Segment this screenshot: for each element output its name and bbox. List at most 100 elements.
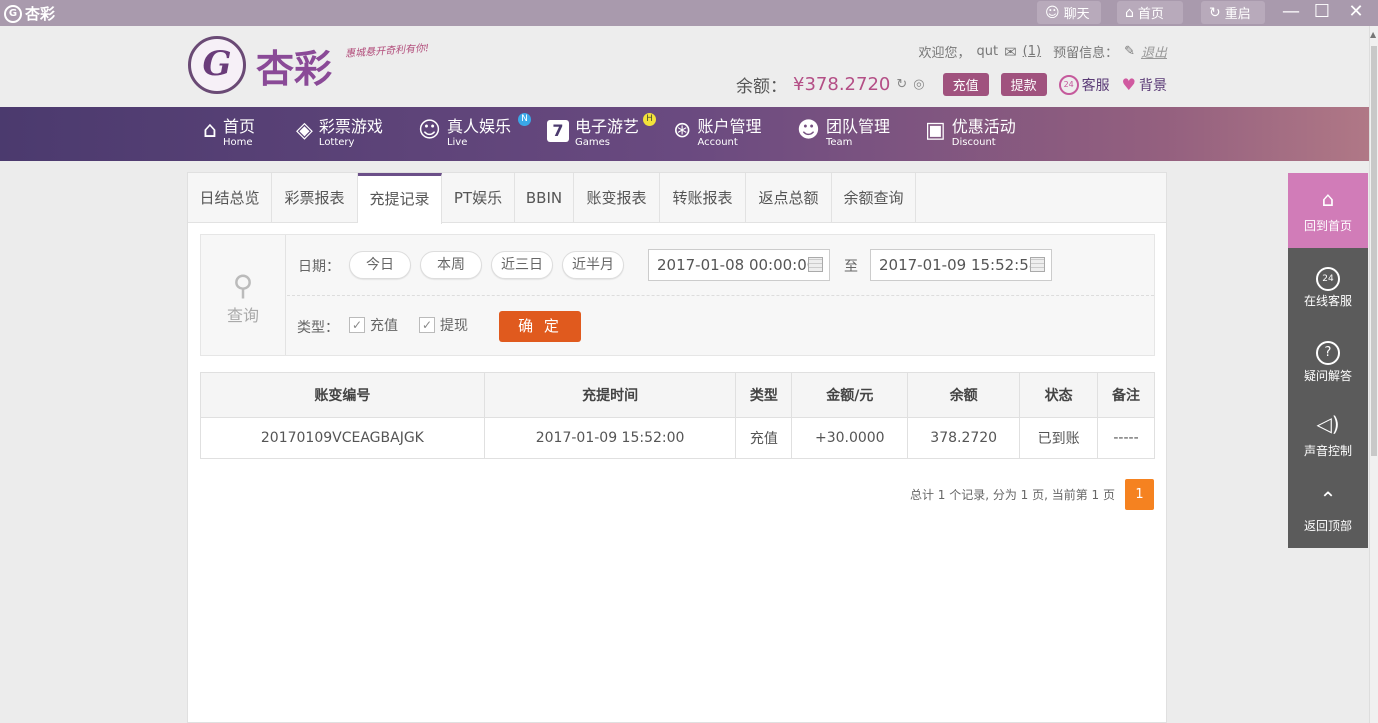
calendar-icon[interactable] xyxy=(1030,257,1045,272)
edit-icon[interactable]: ✎ xyxy=(1124,44,1135,59)
hot-badge: H xyxy=(643,113,656,126)
withdraw-checkbox[interactable]: ✓ 提现 xyxy=(419,315,468,335)
vertical-scrollbar[interactable]: ▲ xyxy=(1369,26,1378,723)
side-faq[interactable]: ? 疑问解答 xyxy=(1288,323,1368,398)
divider xyxy=(287,295,1154,296)
cell-remark: ----- xyxy=(1097,417,1155,459)
col-balance: 余额 xyxy=(907,372,1021,418)
reserve-info-label: 预留信息： xyxy=(1053,46,1119,61)
cell-amount: +30.0000 xyxy=(791,417,909,459)
site-logo[interactable]: G 杏彩 惠城悬开奇利有你! xyxy=(188,36,429,94)
search-icon: ⚲ xyxy=(232,269,254,302)
calendar-icon[interactable] xyxy=(808,257,823,272)
hide-balance-icon[interactable]: ◎ xyxy=(913,77,924,92)
col-status: 状态 xyxy=(1019,372,1099,418)
col-amount: 金额/元 xyxy=(791,372,909,418)
deposit-button[interactable]: 充值 xyxy=(942,73,989,96)
cell-time: 2017-01-09 15:52:00 xyxy=(483,417,737,459)
nav-lottery[interactable]: ◈ 彩票游戏 Lottery xyxy=(296,117,383,149)
nav-games[interactable]: 7 电子游艺 Games H xyxy=(547,113,656,149)
title-bar: G 杏彩 ☺ 聊天 ⌂ 首页 ↻ 重启 — ☐ ✕ xyxy=(0,0,1378,26)
speaker-icon: ◁) xyxy=(1316,412,1340,436)
nav-discount[interactable]: ▣ 优惠活动 Discount xyxy=(925,117,1016,149)
close-button[interactable]: ✕ xyxy=(1341,0,1371,26)
refresh-balance-icon[interactable]: ↻ xyxy=(896,77,907,92)
home-button[interactable]: ⌂ 首页 xyxy=(1117,1,1183,24)
col-time: 充提时间 xyxy=(483,372,737,418)
minimize-button[interactable]: — xyxy=(1276,0,1306,26)
home-icon: ⌂ xyxy=(1321,187,1335,211)
user-info: 欢迎您， qut ✉ (1) 预留信息： ✎ 退出 xyxy=(918,42,1167,62)
games-icon: 7 xyxy=(547,120,569,142)
logo-seal-icon: G xyxy=(188,36,246,94)
last-half-month-button[interactable]: 近半月 xyxy=(562,251,624,279)
check-icon: ✓ xyxy=(419,317,435,333)
tab-bbin[interactable]: BBIN xyxy=(515,173,574,223)
chat-icon: ☺ xyxy=(1045,4,1060,21)
mail-count-link[interactable]: (1) xyxy=(1023,44,1041,59)
deposit-checkbox[interactable]: ✓ 充值 xyxy=(349,315,398,335)
tab-account-change-report[interactable]: 账变报表 xyxy=(574,173,660,223)
pagination: 总计 1 个记录, 分为 1 页, 当前第 1 页 1 xyxy=(910,479,1154,510)
restart-button[interactable]: ↻ 重启 xyxy=(1201,1,1265,24)
today-button[interactable]: 今日 xyxy=(349,251,411,279)
maximize-button[interactable]: ☐ xyxy=(1307,0,1337,26)
tab-deposit-withdraw-records[interactable]: 充提记录 xyxy=(358,173,442,224)
balance-bar: 余额： ¥378.2720 ↻ ◎ 充值 提款 24 客服 ♥ 背景 xyxy=(736,72,1167,97)
headset-icon: 24 xyxy=(1316,267,1340,291)
cell-status: 已到账 xyxy=(1019,417,1099,459)
tab-daily-overview[interactable]: 日结总览 xyxy=(188,173,272,223)
side-back-home[interactable]: ⌂ 回到首页 xyxy=(1288,173,1368,248)
this-week-button[interactable]: 本周 xyxy=(420,251,482,279)
tab-rebate-total[interactable]: 返点总额 xyxy=(746,173,832,223)
home-icon: ⌂ xyxy=(203,118,217,143)
side-online-service[interactable]: 24 在线客服 xyxy=(1288,248,1368,323)
mail-icon[interactable]: ✉ xyxy=(1004,43,1017,61)
query-box: ⚲ 查询 日期： 今日 本周 近三日 近半月 2017-01-08 00:00:… xyxy=(200,234,1155,356)
report-tabs: 日结总览 彩票报表 充提记录 PT娱乐 BBIN 账变报表 转账报表 返点总额 … xyxy=(188,173,1166,224)
lottery-icon: ◈ xyxy=(296,118,313,143)
query-label-block: ⚲ 查询 xyxy=(201,235,286,355)
app-title: G 杏彩 xyxy=(4,3,55,24)
home-outline-icon: ⌂ xyxy=(1125,4,1134,21)
scrollbar-thumb[interactable] xyxy=(1371,46,1377,456)
records-table: 账变编号 充提时间 类型 金额/元 余额 状态 备注 20170109VCEAG… xyxy=(200,372,1155,459)
start-date-input[interactable]: 2017-01-08 00:00:00 xyxy=(648,249,830,281)
pagination-summary: 总计 1 个记录, 分为 1 页, 当前第 1 页 xyxy=(909,488,1115,502)
confirm-button[interactable]: 确 定 xyxy=(499,311,581,342)
last-three-days-button[interactable]: 近三日 xyxy=(491,251,553,279)
username: qut xyxy=(976,44,999,59)
query-title: 查询 xyxy=(226,306,259,325)
nav-account[interactable]: ⊛ 账户管理 Account xyxy=(673,117,761,149)
nav-home[interactable]: ⌂ 首页 Home xyxy=(203,117,255,149)
col-transaction-id: 账变编号 xyxy=(200,372,485,418)
report-panel: 日结总览 彩票报表 充提记录 PT娱乐 BBIN 账变报表 转账报表 返点总额 … xyxy=(187,172,1167,723)
balance-value: ¥378.2720 xyxy=(793,74,891,95)
cell-type: 充值 xyxy=(735,417,793,459)
nav-live[interactable]: ☺ 真人娱乐 Live N xyxy=(418,113,531,149)
date-label: 日期： xyxy=(298,259,340,275)
site-header: G 杏彩 惠城悬开奇利有你! 欢迎您， qut ✉ (1) 预留信息： ✎ 退出… xyxy=(0,26,1378,107)
service-link[interactable]: 24 客服 xyxy=(1058,74,1110,95)
end-date-input[interactable]: 2017-01-09 15:52:58 xyxy=(870,249,1052,281)
side-sound-control[interactable]: ◁) 声音控制 xyxy=(1288,398,1368,473)
withdraw-button[interactable]: 提款 xyxy=(1000,73,1047,96)
account-icon: ⊛ xyxy=(673,118,692,143)
tab-balance-query[interactable]: 余额查询 xyxy=(832,173,916,223)
check-icon: ✓ xyxy=(349,317,365,333)
scroll-up-icon[interactable]: ▲ xyxy=(1370,30,1376,39)
tab-transfer-report[interactable]: 转账报表 xyxy=(660,173,746,223)
to-label: 至 xyxy=(844,259,858,275)
tab-lottery-report[interactable]: 彩票报表 xyxy=(272,173,358,223)
page-1-button[interactable]: 1 xyxy=(1125,479,1154,510)
tab-pt-entertainment[interactable]: PT娱乐 xyxy=(442,173,515,223)
service-24h-icon: 24 xyxy=(1058,74,1079,95)
nav-team[interactable]: ☻ 团队管理 Team xyxy=(797,117,890,149)
logout-link[interactable]: 退出 xyxy=(1141,42,1167,61)
live-icon: ☺ xyxy=(418,118,441,143)
side-back-to-top[interactable]: ⌃ 返回顶部 xyxy=(1288,473,1368,548)
table-header-row: 账变编号 充提时间 类型 金额/元 余额 状态 备注 xyxy=(200,372,1155,418)
chat-button[interactable]: ☺ 聊天 xyxy=(1037,1,1101,24)
main-nav: ⌂ 首页 Home ◈ 彩票游戏 Lottery ☺ 真人娱乐 Live N 7 电子… xyxy=(0,107,1370,161)
background-link[interactable]: ♥ 背景 xyxy=(1122,75,1167,95)
